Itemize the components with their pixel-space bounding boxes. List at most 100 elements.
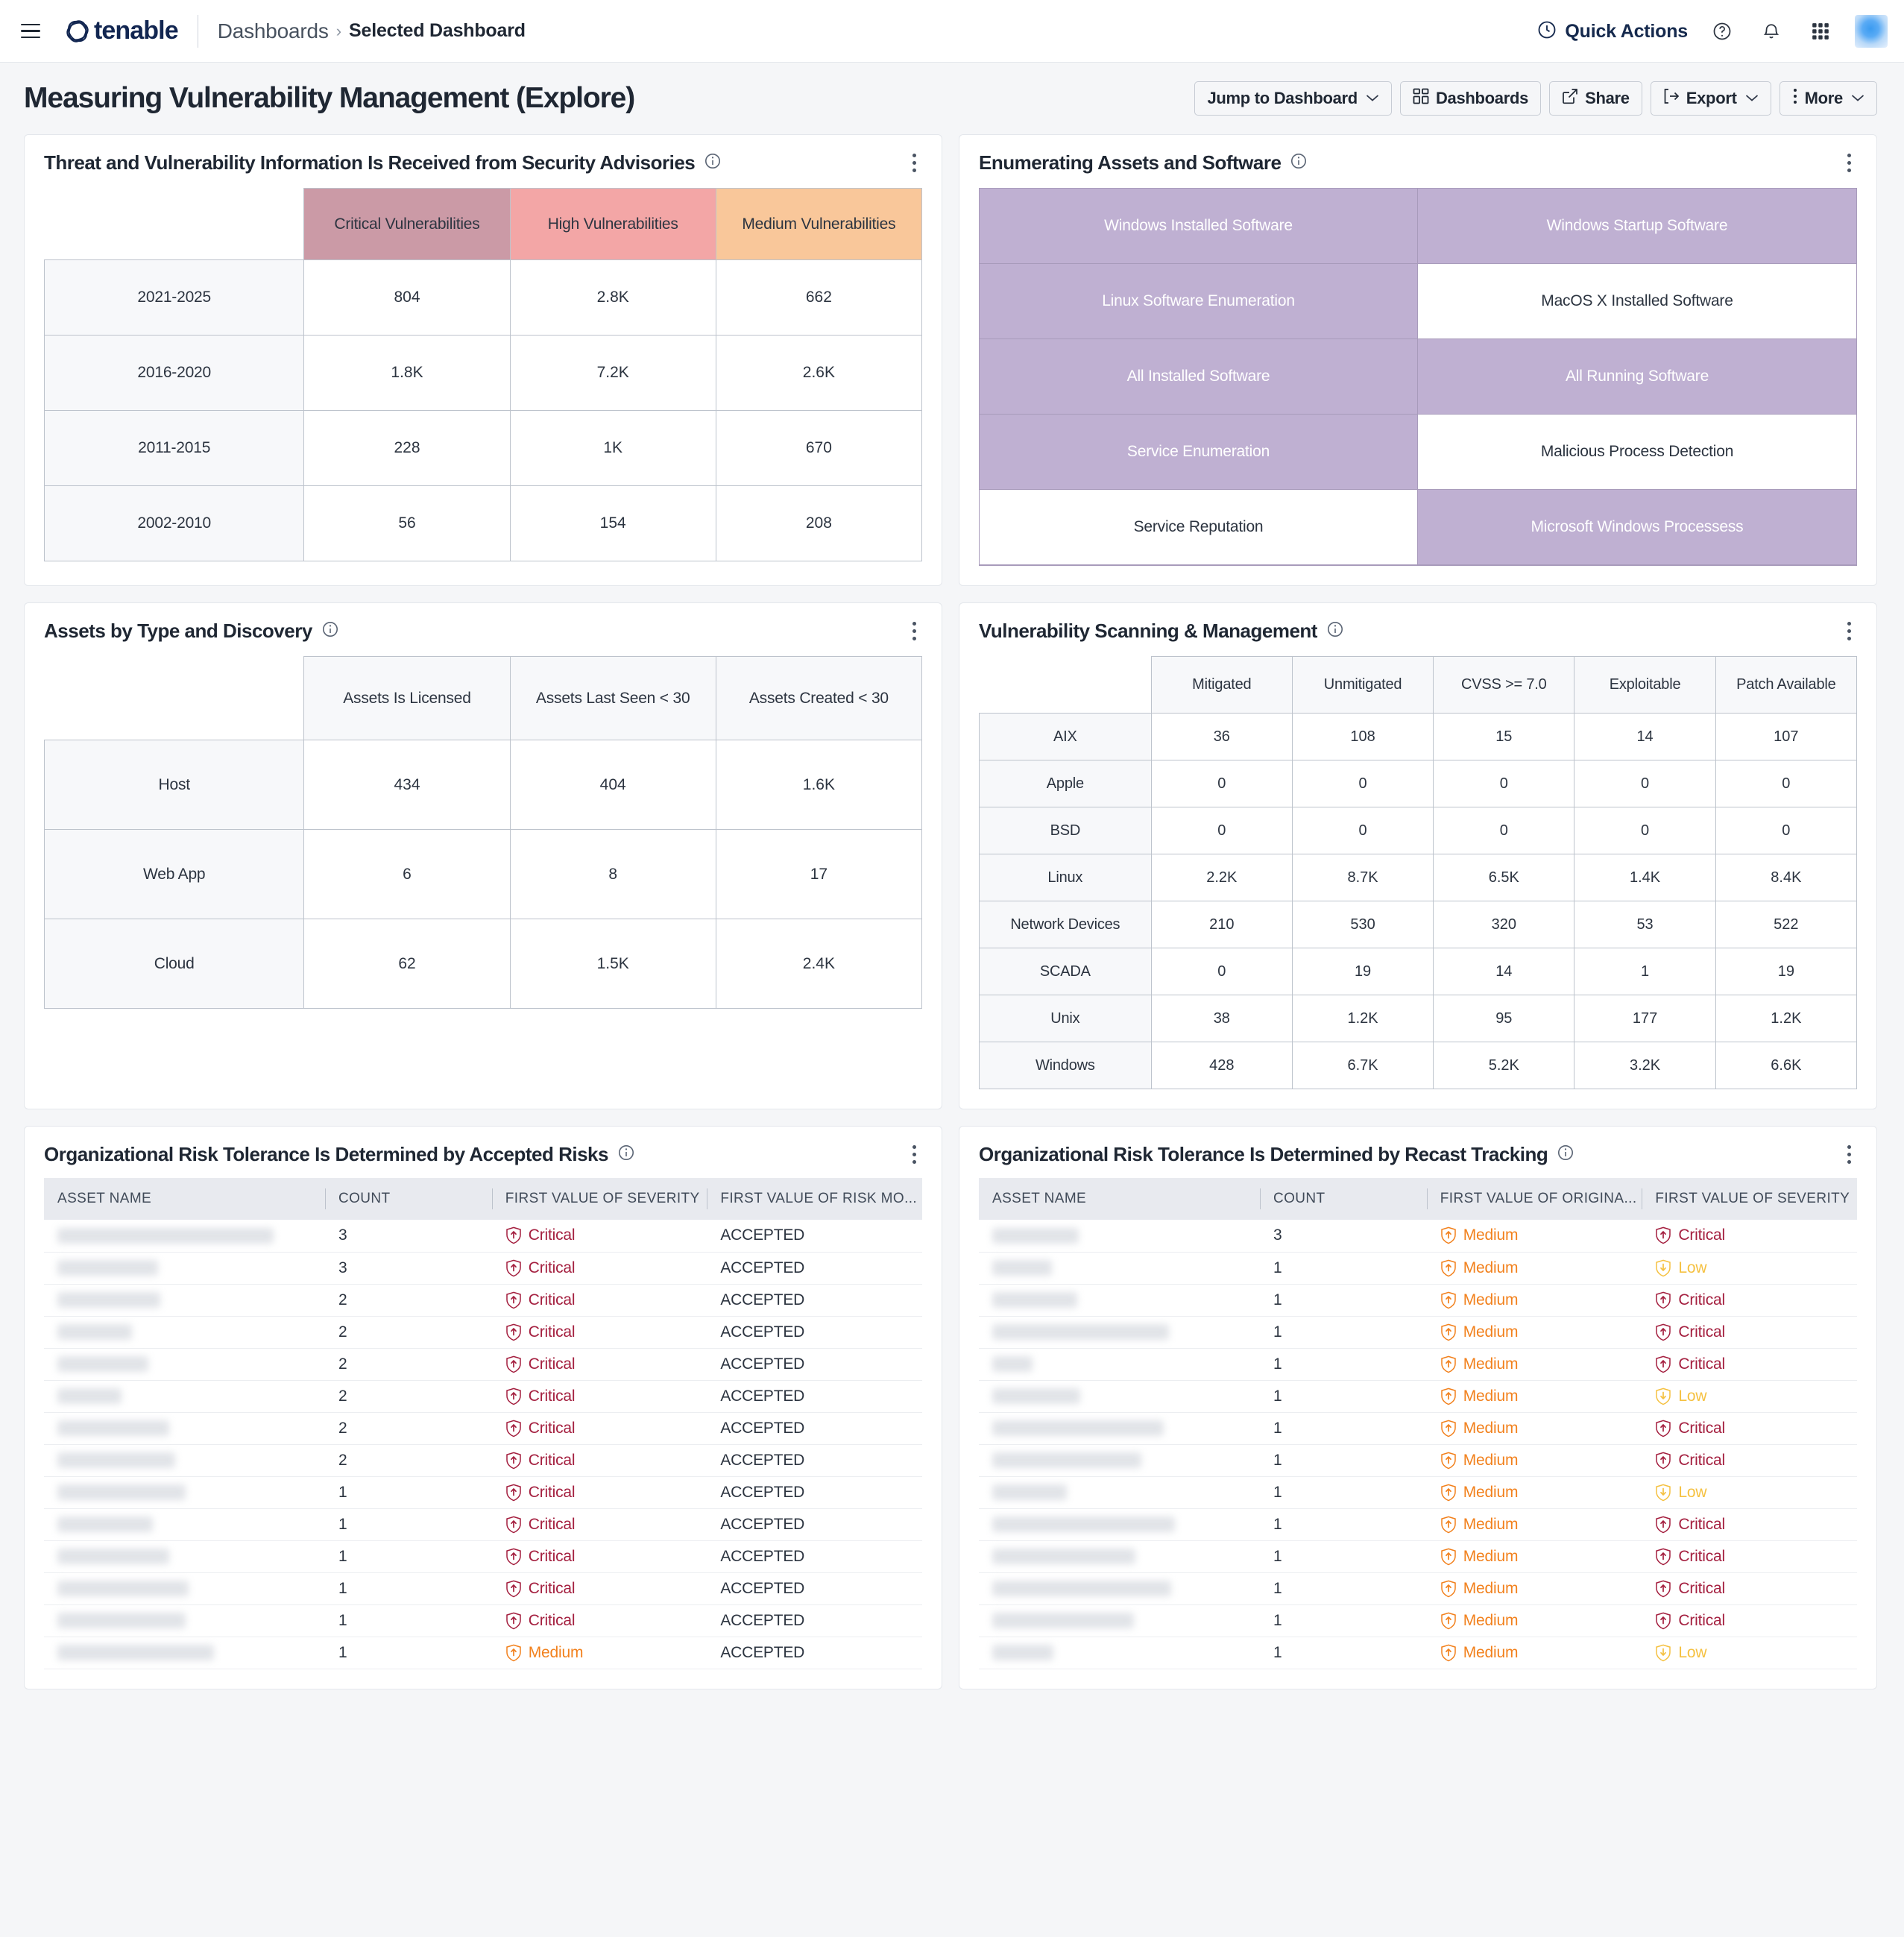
vuln-value-cell[interactable]: 0 — [1433, 807, 1575, 854]
column-header[interactable]: FIRST VALUE OF SEVERITY — [1642, 1178, 1857, 1220]
column-header[interactable]: FIRST VALUE OF RISK MO... — [707, 1178, 922, 1220]
column-header[interactable]: COUNT — [324, 1178, 492, 1220]
column-header[interactable]: ASSET NAME — [979, 1178, 1260, 1220]
vuln-value-cell[interactable]: 6.7K — [1291, 1042, 1434, 1089]
enumeration-tile[interactable]: All Running Software — [1418, 339, 1856, 415]
vuln-value-cell[interactable]: 0 — [1715, 760, 1858, 807]
column-header[interactable]: COUNT — [1259, 1178, 1427, 1220]
app-grid-icon[interactable] — [1806, 16, 1835, 46]
table-row[interactable]: 1 Medium Critical — [979, 1412, 1857, 1445]
pivot-value-cell[interactable]: 670 — [715, 410, 923, 486]
vuln-value-cell[interactable]: 210 — [1150, 901, 1293, 948]
more-button[interactable]: More — [1779, 81, 1877, 116]
export-button[interactable]: Export — [1650, 81, 1771, 116]
pivot-value-cell[interactable]: 7.2K — [509, 335, 716, 411]
pivot-value-cell[interactable]: 2.8K — [509, 259, 716, 336]
table-row[interactable]: 2 Critical ACCEPTED — [44, 1348, 922, 1381]
vuln-value-cell[interactable]: 0 — [1574, 807, 1716, 854]
help-circle-icon[interactable] — [1707, 16, 1737, 46]
table-row[interactable]: 2 Critical ACCEPTED — [44, 1316, 922, 1349]
pivot-value-cell[interactable]: 1.8K — [303, 335, 511, 411]
pivot-value-cell[interactable]: 434 — [303, 740, 511, 830]
info-icon[interactable] — [1557, 1144, 1574, 1165]
vuln-value-cell[interactable]: 95 — [1433, 995, 1575, 1042]
vuln-value-cell[interactable]: 2.2K — [1150, 854, 1293, 901]
pivot-value-cell[interactable]: 2.6K — [715, 335, 923, 411]
tenable-logo[interactable]: tenable — [63, 16, 179, 46]
table-row[interactable]: 1 Medium Critical — [979, 1284, 1857, 1317]
pivot-value-cell[interactable]: 1K — [509, 410, 716, 486]
enumeration-tile[interactable]: Windows Startup Software — [1418, 189, 1856, 264]
enumeration-tile[interactable]: Windows Installed Software — [980, 189, 1418, 264]
widget-menu-button[interactable] — [1839, 618, 1859, 643]
table-row[interactable]: 1 Medium Critical — [979, 1348, 1857, 1381]
table-row[interactable]: 1 Medium Low — [979, 1476, 1857, 1509]
vuln-value-cell[interactable]: 0 — [1574, 760, 1716, 807]
vuln-value-cell[interactable]: 8.4K — [1715, 854, 1858, 901]
vuln-value-cell[interactable]: 320 — [1433, 901, 1575, 948]
table-row[interactable]: 2 Critical ACCEPTED — [44, 1412, 922, 1445]
vuln-value-cell[interactable]: 0 — [1150, 948, 1293, 995]
vuln-value-cell[interactable]: 5.2K — [1433, 1042, 1575, 1089]
pivot-value-cell[interactable]: 404 — [509, 740, 716, 830]
vuln-value-cell[interactable]: 8.7K — [1291, 854, 1434, 901]
enumeration-tile[interactable]: Malicious Process Detection — [1418, 415, 1856, 490]
widget-menu-button[interactable] — [1839, 1141, 1859, 1167]
column-header[interactable]: FIRST VALUE OF ORIGINA... — [1426, 1178, 1642, 1220]
notification-bell-icon[interactable] — [1756, 16, 1786, 46]
pivot-value-cell[interactable]: 62 — [303, 919, 511, 1009]
vuln-value-cell[interactable]: 6.6K — [1715, 1042, 1858, 1089]
vuln-value-cell[interactable]: 0 — [1291, 807, 1434, 854]
breadcrumb-dashboards[interactable]: Dashboards — [218, 19, 329, 43]
enumeration-tile[interactable]: Linux Software Enumeration — [980, 264, 1418, 339]
pivot-value-cell[interactable]: 1.6K — [715, 740, 923, 830]
pivot-value-cell[interactable]: 56 — [303, 485, 511, 561]
table-row[interactable]: 3 Critical ACCEPTED — [44, 1220, 922, 1253]
table-row[interactable]: 1 Medium Low — [979, 1252, 1857, 1285]
vuln-value-cell[interactable]: 1.4K — [1574, 854, 1716, 901]
vuln-value-cell[interactable]: 177 — [1574, 995, 1716, 1042]
table-row[interactable]: 1 Medium Critical — [979, 1572, 1857, 1605]
enumeration-tile[interactable]: MacOS X Installed Software — [1418, 264, 1856, 339]
vuln-value-cell[interactable]: 19 — [1715, 948, 1858, 995]
vuln-value-cell[interactable]: 1 — [1574, 948, 1716, 995]
vuln-value-cell[interactable]: 14 — [1574, 713, 1716, 760]
pivot-value-cell[interactable]: 2.4K — [715, 919, 923, 1009]
table-row[interactable]: 2 Critical ACCEPTED — [44, 1380, 922, 1413]
widget-menu-button[interactable] — [904, 150, 924, 175]
table-row[interactable]: 1 Medium Critical — [979, 1444, 1857, 1477]
vuln-value-cell[interactable]: 6.5K — [1433, 854, 1575, 901]
table-row[interactable]: 2 Critical ACCEPTED — [44, 1444, 922, 1477]
table-row[interactable]: 1 Medium Critical — [979, 1540, 1857, 1573]
user-avatar[interactable] — [1855, 15, 1888, 48]
jump-to-dashboard-button[interactable]: Jump to Dashboard — [1194, 81, 1392, 116]
table-row[interactable]: 1 Critical ACCEPTED — [44, 1604, 922, 1637]
vuln-value-cell[interactable]: 522 — [1715, 901, 1858, 948]
enumeration-tile[interactable]: All Installed Software — [980, 339, 1418, 415]
pivot-value-cell[interactable]: 8 — [509, 829, 716, 919]
table-row[interactable]: 1 Medium Critical — [979, 1316, 1857, 1349]
vuln-value-cell[interactable]: 0 — [1150, 807, 1293, 854]
table-row[interactable]: 1 Medium Low — [979, 1380, 1857, 1413]
enumeration-tile[interactable]: Microsoft Windows Processess — [1418, 490, 1856, 565]
vuln-value-cell[interactable]: 0 — [1433, 760, 1575, 807]
vuln-value-cell[interactable]: 15 — [1433, 713, 1575, 760]
table-row[interactable]: 1 Critical ACCEPTED — [44, 1508, 922, 1541]
enumeration-tile[interactable]: Service Enumeration — [980, 415, 1418, 490]
vuln-value-cell[interactable]: 1.2K — [1715, 995, 1858, 1042]
info-icon[interactable] — [321, 620, 339, 642]
table-row[interactable]: 1 Critical ACCEPTED — [44, 1572, 922, 1605]
table-row[interactable]: 1 Medium Critical — [979, 1604, 1857, 1637]
table-row[interactable]: 1 Critical ACCEPTED — [44, 1476, 922, 1509]
share-button[interactable]: Share — [1549, 81, 1642, 116]
pivot-value-cell[interactable]: 1.5K — [509, 919, 716, 1009]
vuln-value-cell[interactable]: 107 — [1715, 713, 1858, 760]
table-row[interactable]: 3 Critical ACCEPTED — [44, 1252, 922, 1285]
vuln-value-cell[interactable]: 0 — [1291, 760, 1434, 807]
info-icon[interactable] — [704, 152, 722, 174]
info-icon[interactable] — [617, 1144, 635, 1165]
enumeration-tile[interactable]: Service Reputation — [980, 490, 1418, 565]
pivot-value-cell[interactable]: 662 — [715, 259, 923, 336]
widget-menu-button[interactable] — [904, 1141, 924, 1167]
info-icon[interactable] — [1290, 152, 1308, 174]
